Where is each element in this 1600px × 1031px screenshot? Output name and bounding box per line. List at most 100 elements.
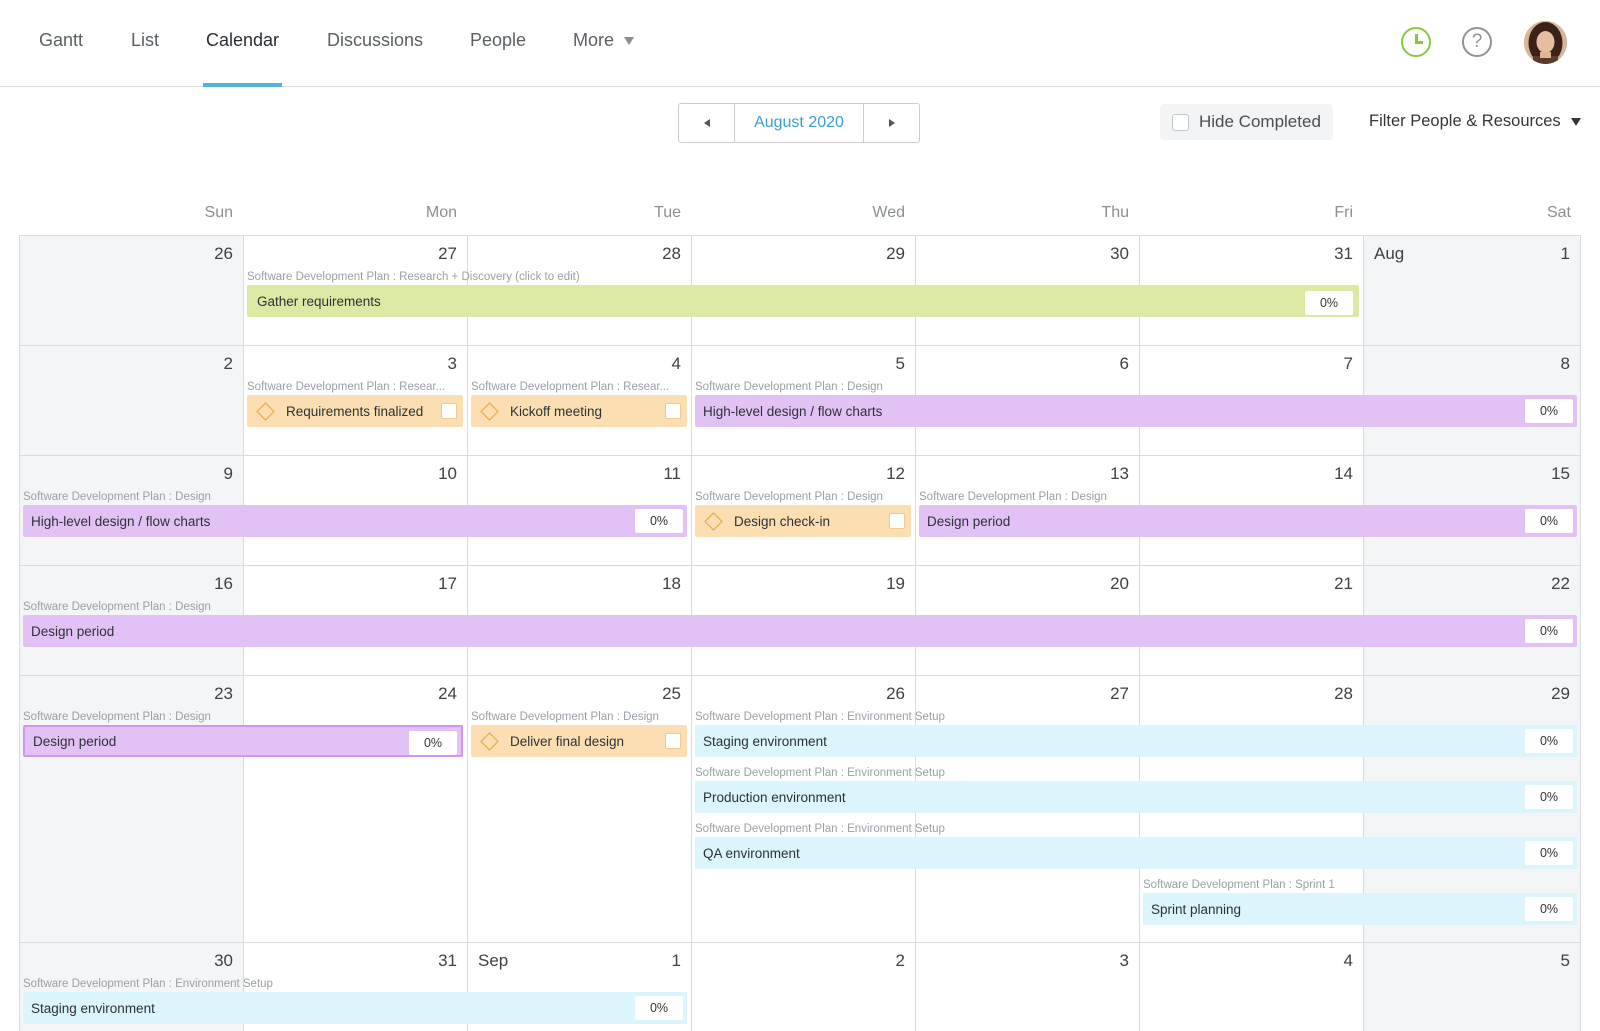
progress-percent[interactable]: 0% bbox=[1305, 291, 1353, 315]
tab-list[interactable]: List bbox=[131, 30, 159, 51]
day-number: 27 bbox=[438, 244, 457, 263]
day-cell[interactable]: 26 bbox=[19, 235, 243, 345]
next-month-button[interactable] bbox=[864, 104, 919, 142]
caret-right-icon bbox=[888, 119, 895, 127]
progress-percent[interactable]: 0% bbox=[635, 509, 683, 533]
milestone-diamond-icon bbox=[480, 731, 499, 751]
task-bar[interactable]: Design period 0% bbox=[919, 505, 1577, 537]
event-project-label: Software Development Plan : Resear... bbox=[471, 381, 670, 393]
milestone-checkbox[interactable] bbox=[441, 403, 457, 419]
month-label: Aug bbox=[1374, 244, 1405, 263]
current-month-label[interactable]: August 2020 bbox=[734, 104, 864, 142]
progress-percent[interactable]: 0% bbox=[409, 731, 457, 755]
hide-completed-checkbox[interactable] bbox=[1172, 113, 1189, 131]
day-cell[interactable]: 2 bbox=[19, 345, 243, 455]
day-cell[interactable]: 24 bbox=[243, 675, 467, 942]
hide-completed-toggle[interactable]: Hide Completed bbox=[1160, 104, 1333, 140]
day-number: 25 bbox=[662, 684, 681, 703]
day-number: 5 bbox=[1560, 951, 1570, 970]
day-cell[interactable]: 4 bbox=[1139, 942, 1363, 1031]
event-title: High-level design / flow charts bbox=[31, 513, 211, 529]
day-number: 22 bbox=[1551, 574, 1570, 593]
day-number: 9 bbox=[223, 464, 233, 483]
day-cell[interactable]: 5 bbox=[1363, 942, 1581, 1031]
active-tab-indicator bbox=[203, 83, 282, 87]
help-icon[interactable]: ? bbox=[1462, 27, 1492, 57]
day-number: 28 bbox=[1334, 684, 1353, 703]
progress-percent[interactable]: 0% bbox=[1525, 785, 1573, 809]
event-title: Deliver final design bbox=[510, 733, 625, 749]
progress-percent[interactable]: 0% bbox=[1525, 729, 1573, 753]
milestone-bar[interactable]: Kickoff meeting bbox=[471, 395, 687, 427]
tab-people[interactable]: People bbox=[470, 30, 526, 51]
day-cell[interactable]: 1 Aug bbox=[1363, 235, 1581, 345]
calendar-grid: 26 27 28 29 30 31 1 Aug 2 3 4 5 6 7 8 9 10 11 12 13 14 15 16 17… bbox=[19, 235, 1581, 1031]
event-project-label: Software Development Plan : Environment … bbox=[695, 823, 945, 835]
event-title: Design period bbox=[33, 733, 117, 749]
milestone-bar[interactable]: Deliver final design bbox=[471, 725, 687, 757]
day-number: 3 bbox=[1119, 951, 1129, 970]
event-title: Staging environment bbox=[31, 1000, 155, 1016]
task-bar[interactable]: Staging environment 0% bbox=[23, 992, 687, 1024]
progress-percent[interactable]: 0% bbox=[1525, 841, 1573, 865]
progress-percent[interactable]: 0% bbox=[1525, 619, 1573, 643]
task-bar[interactable]: Gather requirements 0% bbox=[247, 285, 1359, 317]
day-number: 5 bbox=[895, 354, 905, 373]
progress-percent[interactable]: 0% bbox=[1525, 897, 1573, 921]
tab-more[interactable]: More bbox=[573, 30, 635, 51]
event-project-label: Software Development Plan : Environment … bbox=[23, 978, 273, 990]
day-number: 13 bbox=[1110, 464, 1129, 483]
task-bar[interactable]: Production environment 0% bbox=[695, 781, 1577, 813]
task-bar[interactable]: High-level design / flow charts 0% bbox=[23, 505, 687, 537]
task-bar[interactable]: Sprint planning 0% bbox=[1143, 893, 1577, 925]
milestone-bar[interactable]: Design check-in bbox=[695, 505, 911, 537]
avatar[interactable] bbox=[1524, 21, 1567, 64]
month-navigator: August 2020 bbox=[678, 103, 920, 143]
task-bar[interactable]: Staging environment 0% bbox=[695, 725, 1577, 757]
milestone-checkbox[interactable] bbox=[665, 733, 681, 749]
event-project-label: Software Development Plan : Design bbox=[471, 711, 659, 723]
milestone-bar[interactable]: Requirements finalized bbox=[247, 395, 463, 427]
tab-discussions[interactable]: Discussions bbox=[327, 30, 423, 51]
milestone-checkbox[interactable] bbox=[665, 403, 681, 419]
weekday-header: Wed bbox=[872, 204, 905, 221]
task-bar[interactable]: Design period 0% bbox=[23, 615, 1577, 647]
task-bar[interactable]: High-level design / flow charts 0% bbox=[695, 395, 1577, 427]
event-title: QA environment bbox=[703, 845, 800, 861]
event-project-label: Software Development Plan : Environment … bbox=[695, 767, 945, 779]
tab-calendar[interactable]: Calendar bbox=[206, 30, 279, 51]
weekday-header: Mon bbox=[425, 204, 457, 221]
task-bar[interactable]: Design period 0% bbox=[23, 725, 463, 757]
day-number: 29 bbox=[886, 244, 905, 263]
day-number: 16 bbox=[214, 574, 233, 593]
day-cell[interactable]: 3 bbox=[915, 942, 1139, 1031]
day-number: 4 bbox=[671, 354, 681, 373]
event-title: Design period bbox=[31, 623, 115, 639]
event-title: Design period bbox=[927, 513, 1011, 529]
tab-gantt[interactable]: Gantt bbox=[39, 30, 83, 51]
milestone-checkbox[interactable] bbox=[889, 513, 905, 529]
prev-month-button[interactable] bbox=[679, 104, 734, 142]
event-project-label: Software Development Plan : Design bbox=[23, 601, 211, 613]
event-title: Staging environment bbox=[703, 733, 827, 749]
weekday-header: Thu bbox=[1101, 204, 1129, 221]
filter-people-resources-dropdown[interactable]: Filter People & Resources bbox=[1369, 112, 1581, 131]
day-number: 1 bbox=[1560, 244, 1570, 263]
day-number: 6 bbox=[1119, 354, 1129, 373]
day-number: 26 bbox=[886, 684, 905, 703]
hide-completed-label: Hide Completed bbox=[1199, 112, 1321, 131]
day-cell[interactable]: 2 bbox=[691, 942, 915, 1031]
day-number: 8 bbox=[1560, 354, 1570, 373]
day-number: 28 bbox=[662, 244, 681, 263]
task-bar[interactable]: QA environment 0% bbox=[695, 837, 1577, 869]
progress-percent[interactable]: 0% bbox=[635, 996, 683, 1020]
clock-icon[interactable] bbox=[1401, 27, 1431, 57]
day-number: 31 bbox=[1334, 244, 1353, 263]
day-number: 17 bbox=[438, 574, 457, 593]
day-number: 10 bbox=[438, 464, 457, 483]
day-number: 30 bbox=[1110, 244, 1129, 263]
progress-percent[interactable]: 0% bbox=[1525, 399, 1573, 423]
event-title: Requirements finalized bbox=[286, 403, 424, 419]
progress-percent[interactable]: 0% bbox=[1525, 509, 1573, 533]
filter-label: Filter People & Resources bbox=[1369, 112, 1561, 130]
